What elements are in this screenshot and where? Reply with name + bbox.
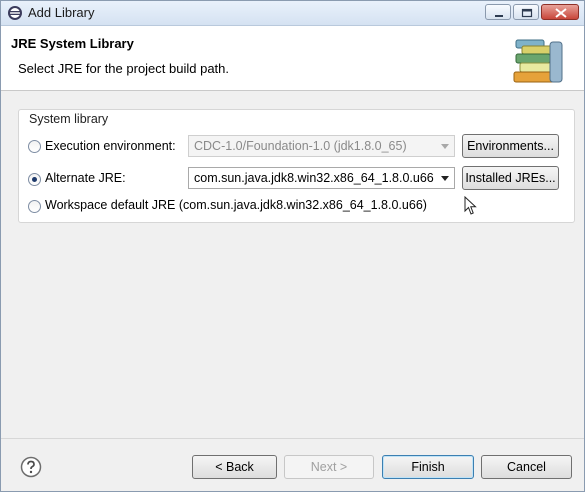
execution-environment-radio[interactable] [28,140,41,153]
close-icon [555,8,567,18]
execution-environment-value: CDC-1.0/Foundation-1.0 (jdk1.8.0_65) [194,139,407,153]
environments-button[interactable]: Environments... [462,134,559,158]
minimize-icon [495,15,503,17]
group-label: System library [29,112,109,126]
execution-environment-combo[interactable]: CDC-1.0/Foundation-1.0 (jdk1.8.0_65) [188,135,455,157]
library-books-icon [513,39,563,83]
help-icon[interactable] [20,456,42,478]
installed-jres-button[interactable]: Installed JREs... [462,166,559,190]
alternate-jre-combo[interactable]: com.sun.java.jdk8.win32.x86_64_1.8.0.u66 [188,167,455,189]
workspace-default-jre-radio[interactable] [28,200,41,213]
back-button[interactable]: < Back [192,455,277,479]
execution-environment-label: Execution environment: [45,139,176,153]
mouse-cursor-icon [464,196,477,215]
maximize-button[interactable] [513,4,539,20]
close-button[interactable] [541,4,579,20]
cancel-button[interactable]: Cancel [481,455,572,479]
add-library-dialog: Add Library JRE System Library Select JR… [0,0,585,492]
title-bar: Add Library [1,1,584,26]
workspace-default-jre-label: Workspace default JRE (com.sun.java.jdk8… [45,198,427,212]
wizard-header: JRE System Library Select JRE for the pr… [1,26,584,91]
next-button[interactable]: Next > [284,455,374,479]
page-description: Select JRE for the project build path. [18,61,230,76]
chevron-down-icon [441,176,449,181]
alternate-jre-label: Alternate JRE: [45,171,126,185]
eclipse-icon [8,6,22,20]
alternate-jre-radio[interactable] [28,173,41,186]
window-title: Add Library [28,5,95,20]
alternate-jre-value: com.sun.java.jdk8.win32.x86_64_1.8.0.u66 [194,171,434,185]
minimize-button[interactable] [485,4,511,20]
page-title: JRE System Library [11,36,134,51]
finish-button[interactable]: Finish [382,455,474,479]
chevron-down-icon [441,144,449,149]
footer-separator [1,438,584,439]
maximize-icon [521,8,533,18]
